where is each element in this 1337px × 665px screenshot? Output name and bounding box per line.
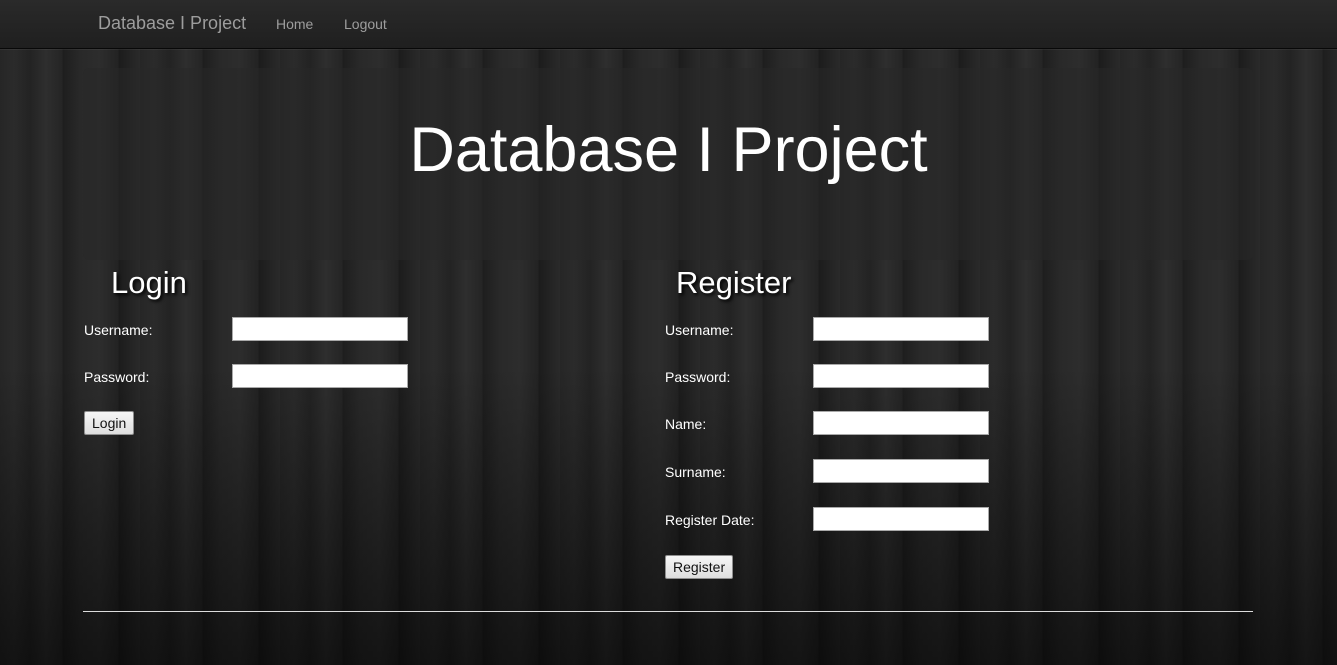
register-date-label: Register Date: bbox=[665, 512, 755, 528]
register-date-input[interactable] bbox=[813, 507, 989, 531]
login-heading: Login bbox=[111, 265, 187, 300]
register-name-input[interactable] bbox=[813, 411, 989, 435]
top-navbar: Database I Project Home Logout bbox=[0, 0, 1337, 49]
register-username-input[interactable] bbox=[813, 317, 989, 341]
page-title: Database I Project bbox=[409, 115, 928, 185]
navbar-brand[interactable]: Database I Project bbox=[98, 12, 246, 34]
footer-divider bbox=[83, 611, 1253, 612]
register-password-label: Password: bbox=[665, 369, 731, 385]
nav-link-logout[interactable]: Logout bbox=[344, 15, 387, 33]
login-password-input[interactable] bbox=[232, 364, 408, 388]
register-surname-label: Surname: bbox=[665, 464, 726, 480]
register-surname-input[interactable] bbox=[813, 459, 989, 483]
register-button[interactable]: Register bbox=[665, 555, 734, 579]
register-heading: Register bbox=[676, 265, 792, 300]
register-name-label: Name: bbox=[665, 416, 707, 432]
login-password-label: Password: bbox=[84, 369, 150, 385]
nav-link-home[interactable]: Home bbox=[276, 15, 313, 33]
register-username-label: Username: bbox=[665, 322, 734, 338]
register-password-input[interactable] bbox=[813, 364, 989, 388]
login-username-input[interactable] bbox=[232, 317, 408, 341]
login-username-label: Username: bbox=[84, 322, 153, 338]
login-button[interactable]: Login bbox=[84, 411, 135, 435]
